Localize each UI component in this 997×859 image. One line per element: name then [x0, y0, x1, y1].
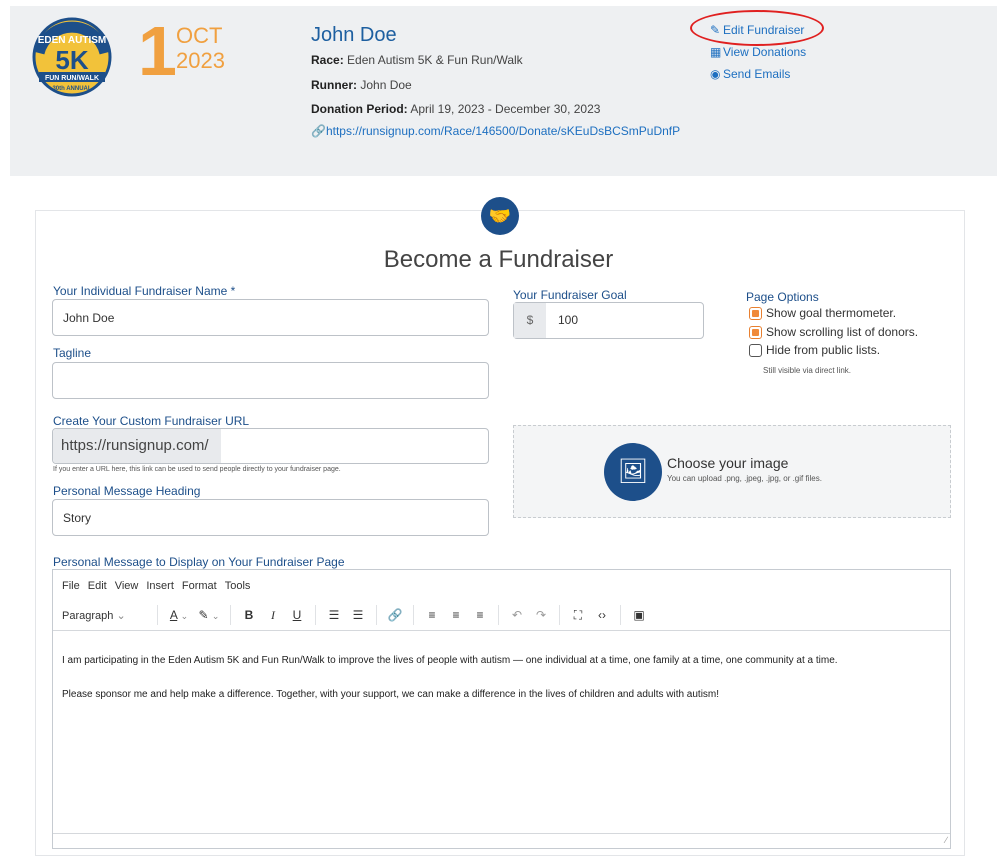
block-format-select[interactable]: Paragraph ⌄ [53, 609, 151, 622]
editor-paragraph: I am participating in the Eden Autism 5K… [62, 655, 838, 666]
menu-tools[interactable]: Tools [225, 580, 251, 592]
race-date-day: 1 [138, 12, 177, 90]
fundraiser-name-value: John Doe [63, 310, 115, 325]
hide-public-label: Hide from public lists. [766, 343, 881, 357]
fundraiser-runner-name: John Doe [311, 24, 397, 46]
race-info: Race: Eden Autism 5K & Fun Run/Walk [311, 53, 523, 67]
donation-period-value: April 19, 2023 - December 30, 2023 [410, 102, 601, 116]
message-heading-label: Personal Message Heading [53, 484, 201, 498]
bold-icon[interactable]: B [237, 608, 261, 622]
align-center-icon[interactable]: ≡ [444, 608, 468, 622]
highlight-icon[interactable]: ✎ ⌄ [194, 608, 224, 622]
page-options-title: Page Options [746, 290, 819, 304]
message-heading-value: Story [63, 510, 92, 525]
editor-toolbar: Paragraph ⌄ A ⌄ ✎ ⌄ B I U ☰ ☰ 🔗 ≡ ≡ ≡ ↶ … [53, 600, 950, 631]
edit-fundraiser-highlight-annotation [690, 10, 824, 46]
undo-icon[interactable]: ↶ [505, 608, 529, 622]
tagline-input[interactable] [52, 362, 489, 399]
hide-public-checkbox[interactable] [749, 343, 762, 357]
runner-info: Runner: John Doe [311, 78, 412, 92]
tagline-label: Tagline [53, 346, 92, 360]
link-icon[interactable]: 🔗 [383, 608, 407, 622]
goal-thermometer-label: Show goal thermometer. [766, 306, 897, 320]
svg-text:FUN RUN/WALK: FUN RUN/WALK [45, 75, 99, 82]
block-format-value: Paragraph [62, 609, 114, 622]
race-value: Eden Autism 5K & Fun Run/Walk [347, 53, 523, 67]
goal-thermometer-checkbox[interactable] [749, 306, 762, 320]
form-title: Become a Fundraiser [383, 246, 614, 273]
image-upload-dropzone[interactable] [513, 425, 951, 518]
option-hide-public[interactable]: Hide from public lists. [749, 343, 880, 357]
fullscreen-icon[interactable]: ⛶ [566, 608, 590, 623]
personal-message-label: Personal Message to Display on Your Fund… [53, 555, 345, 569]
race-label: Race: [311, 53, 344, 67]
url-prefix: https://runsignup.com/ [53, 429, 221, 463]
donation-period-label: Donation Period: [311, 102, 408, 116]
custom-url-label: Create Your Custom Fundraiser URL [53, 414, 250, 428]
numbered-list-icon[interactable]: ☰ [346, 608, 370, 622]
image-upload-icon[interactable]: 🖼 [604, 443, 662, 501]
toolbar-divider [498, 605, 499, 625]
upload-title: Choose your image [667, 455, 789, 471]
donation-period-info: Donation Period: April 19, 2023 - Decemb… [311, 102, 600, 116]
menu-format[interactable]: Format [182, 580, 217, 592]
donate-url-link[interactable]: 🔗https://runsignup.com/Race/146500/Donat… [311, 124, 701, 138]
source-code-icon[interactable]: ‹› [590, 608, 614, 622]
redo-icon[interactable]: ↷ [529, 608, 553, 622]
runner-value: John Doe [360, 78, 412, 92]
race-date-month: OCT [176, 23, 223, 48]
custom-url-hint: If you enter a URL here, this link can b… [53, 466, 341, 473]
underline-icon[interactable]: U [285, 608, 309, 622]
toolbar-divider [230, 605, 231, 625]
currency-prefix: $ [514, 303, 546, 338]
editor-paragraph: Please sponsor me and help make a differ… [62, 689, 720, 700]
send-emails-link[interactable]: ◉ Send Emails [710, 67, 806, 89]
editor-statusbar: ∕ [53, 833, 950, 848]
fundraiser-goal-input[interactable]: $ 100 [513, 302, 704, 339]
toolbar-divider [157, 605, 158, 625]
donate-url-text: https://runsignup.com/Race/146500/Donate… [325, 124, 681, 138]
svg-text:5K: 5K [55, 45, 88, 75]
scrolling-donors-label: Show scrolling list of donors. [766, 325, 919, 339]
chevron-down-icon: ⌄ [116, 609, 126, 622]
toolbar-divider [620, 605, 621, 625]
fundraiser-name-label: Your Individual Fundraiser Name * [53, 284, 236, 298]
insert-image-icon[interactable]: ▣ [627, 608, 651, 622]
fundraiser-name-input[interactable]: John Doe [52, 299, 489, 336]
send-emails-label: Send Emails [723, 67, 791, 81]
align-left-icon[interactable]: ≡ [420, 608, 444, 622]
race-logo: EDEN AUTISM 5K FUN RUN/WALK 30th ANNUAL [32, 17, 112, 97]
email-icon: ◉ [710, 67, 721, 81]
upload-subtitle: You can upload .png, .jpeg, .jpg, or .gi… [667, 474, 822, 483]
bullet-list-icon[interactable]: ☰ [322, 608, 346, 622]
toolbar-divider [376, 605, 377, 625]
runner-label: Runner: [311, 78, 357, 92]
text-color-icon[interactable]: A ⌄ [164, 608, 194, 622]
toolbar-divider [315, 605, 316, 625]
view-donations-label: View Donations [723, 45, 807, 59]
link-icon: 🔗 [311, 124, 326, 138]
race-date-year: 2023 [176, 48, 225, 73]
menu-insert[interactable]: Insert [146, 580, 174, 592]
gift-icon: ▦ [710, 45, 722, 59]
view-donations-link[interactable]: ▦ View Donations [710, 45, 806, 67]
svg-text:30th ANNUAL: 30th ANNUAL [52, 86, 91, 92]
message-heading-input[interactable]: Story [52, 499, 489, 536]
scrolling-donors-checkbox[interactable] [749, 325, 762, 339]
align-right-icon[interactable]: ≡ [468, 608, 492, 622]
fundraiser-goal-value: 100 [558, 313, 579, 327]
italic-icon[interactable]: I [261, 608, 285, 623]
menu-file[interactable]: File [62, 580, 80, 592]
hide-public-hint: Still visible via direct link. [763, 366, 852, 375]
option-goal-thermometer[interactable]: Show goal thermometer. [749, 306, 896, 320]
toolbar-divider [413, 605, 414, 625]
resize-handle-icon[interactable]: ∕ [945, 835, 947, 845]
fundraiser-goal-label: Your Fundraiser Goal [513, 288, 627, 302]
editor-menubar: File Edit View Insert Format Tools [62, 580, 250, 592]
handshake-icon: 🤝 [481, 197, 519, 235]
toolbar-divider [559, 605, 560, 625]
menu-view[interactable]: View [115, 580, 139, 592]
menu-edit[interactable]: Edit [88, 580, 107, 592]
option-scrolling-donors[interactable]: Show scrolling list of donors. [749, 325, 918, 339]
